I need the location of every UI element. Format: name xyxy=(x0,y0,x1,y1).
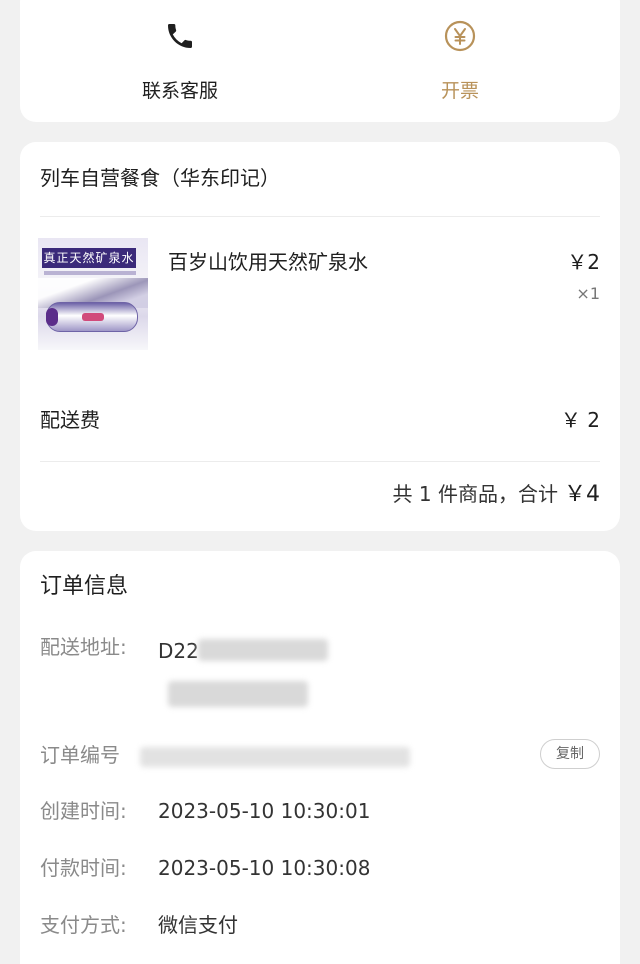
product-image-caption: 真正天然矿泉水 xyxy=(42,248,136,268)
order-summary: 共 1 件商品，合计 ￥4 xyxy=(393,478,600,511)
divider xyxy=(40,461,600,462)
product-quantity: ×1 xyxy=(576,284,600,303)
payment-method-label: 支付方式: xyxy=(40,913,127,937)
redacted-address-line1 xyxy=(198,639,328,661)
address-label: 配送地址: xyxy=(40,635,127,659)
product-price: ￥2 xyxy=(567,250,600,274)
copy-order-number-button[interactable]: 复制 xyxy=(540,739,600,769)
order-info-title: 订单信息 xyxy=(40,574,129,599)
contact-service-label: 联系客服 xyxy=(141,80,218,102)
paid-time-label: 付款时间: xyxy=(40,856,127,880)
order-items-card: 列车自营餐食（华东印记） 真正天然矿泉水 百岁山饮用天然矿泉水 ￥2 ×1 配送… xyxy=(20,142,620,531)
product-image[interactable]: 真正天然矿泉水 xyxy=(38,238,148,350)
redacted-order-number xyxy=(140,747,410,767)
address-value: D22 xyxy=(158,639,199,663)
paid-time-value: 2023-05-10 10:30:08 xyxy=(158,856,371,880)
created-time-value: 2023-05-10 10:30:01 xyxy=(158,799,371,823)
invoice-button[interactable]: 开票 xyxy=(380,20,540,110)
contact-service-button[interactable]: 联系客服 xyxy=(100,20,260,110)
product-name[interactable]: 百岁山饮用天然矿泉水 xyxy=(168,246,368,278)
order-number-label: 订单编号 xyxy=(40,743,120,767)
delivery-fee-value: ￥ 2 xyxy=(560,408,600,432)
phone-icon xyxy=(164,20,196,52)
shop-name: 列车自营餐食（华东印记） xyxy=(40,166,280,190)
divider xyxy=(40,216,600,217)
redacted-address-line2 xyxy=(168,681,308,707)
invoice-label: 开票 xyxy=(440,80,479,102)
yen-circle-icon xyxy=(444,20,476,52)
payment-method-value: 微信支付 xyxy=(158,913,238,937)
item-count-text: 共 1 件商品，合计 xyxy=(392,482,558,506)
actions-card: 联系客服 开票 xyxy=(20,0,620,122)
order-total: ￥4 xyxy=(564,482,600,507)
delivery-fee-label: 配送费 xyxy=(40,408,100,432)
order-info-card: 订单信息 配送地址: D22 订单编号 复制 创建时间: 2023-05-10 … xyxy=(20,551,620,964)
created-time-label: 创建时间: xyxy=(40,799,127,823)
